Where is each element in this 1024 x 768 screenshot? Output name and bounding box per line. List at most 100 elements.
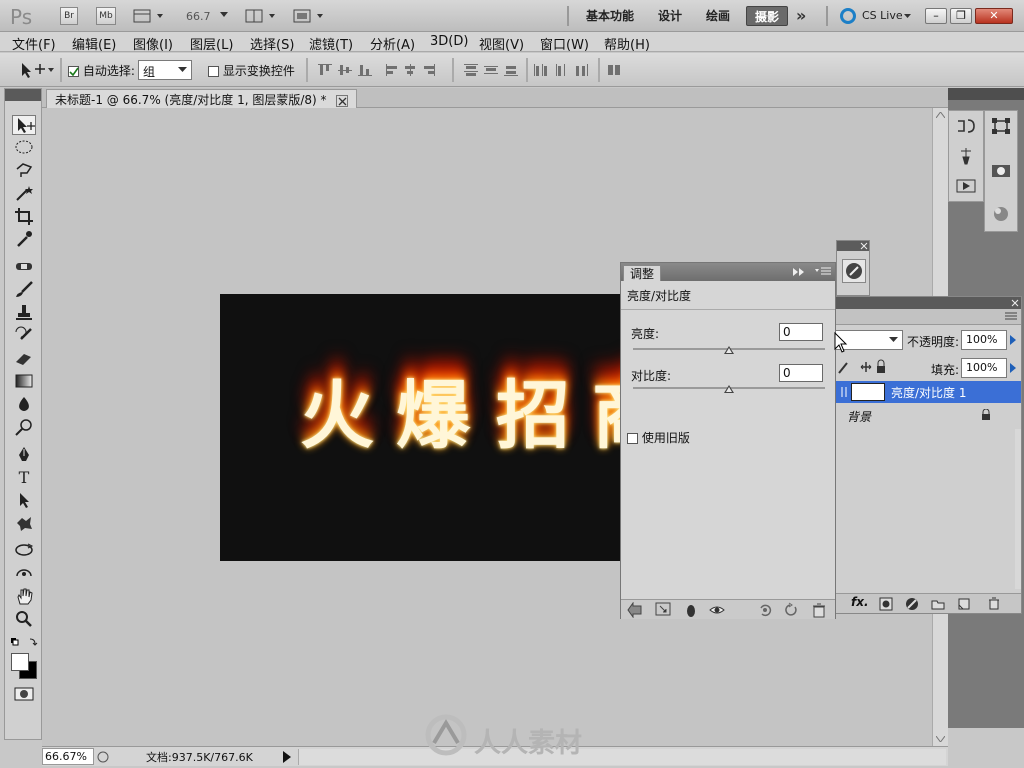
status-arrow-icon[interactable] xyxy=(282,751,292,763)
panel-menu-icon[interactable] xyxy=(815,267,831,277)
bridge-button[interactable]: Br xyxy=(60,7,78,25)
cs-live-dropdown[interactable]: CS Live xyxy=(840,7,916,25)
path-selection-tool[interactable] xyxy=(12,491,36,511)
menu-edit[interactable]: 编辑(E) xyxy=(72,34,116,53)
brush-tool[interactable] xyxy=(12,280,36,300)
workspace-photography[interactable]: 摄影 xyxy=(746,6,789,26)
status-zoom-field[interactable]: 66.67% xyxy=(42,748,94,765)
align-buttons-group[interactable] xyxy=(316,62,458,78)
menu-analysis[interactable]: 分析(A) xyxy=(370,34,415,53)
minimize-button[interactable]: – xyxy=(925,8,947,24)
restore-button[interactable]: ❐ xyxy=(950,8,972,24)
zoom-tool[interactable] xyxy=(12,610,36,630)
eraser-tool[interactable] xyxy=(12,349,36,369)
adjustment-layer-icon[interactable] xyxy=(905,597,919,611)
lasso-tool[interactable] xyxy=(12,161,36,181)
eyedropper-tool[interactable] xyxy=(12,230,36,250)
dock-header[interactable] xyxy=(948,88,1024,100)
layers-panel-header[interactable] xyxy=(835,297,1021,309)
adjustments-tab[interactable]: 调整 xyxy=(623,265,662,281)
close-button[interactable]: ✕ xyxy=(975,8,1013,24)
horizontal-scrollbar[interactable] xyxy=(298,749,946,765)
status-menu-icon[interactable] xyxy=(96,750,110,764)
layer-mask-thumbnail[interactable] xyxy=(851,383,885,401)
close-icon[interactable] xyxy=(860,242,868,250)
workspace-painting[interactable]: 绘画 xyxy=(698,6,738,26)
auto-select-option[interactable]: 自动选择: xyxy=(68,62,135,78)
gradient-tool[interactable] xyxy=(12,372,36,392)
arrange-documents-dropdown[interactable] xyxy=(245,8,279,24)
hand-tool[interactable] xyxy=(12,587,36,607)
show-transform-checkbox[interactable] xyxy=(208,66,219,77)
layer-style-button[interactable]: fx. xyxy=(851,595,869,609)
scroll-down-icon[interactable] xyxy=(936,736,945,742)
menu-filter[interactable]: 滤镜(T) xyxy=(309,34,353,53)
actions-panel-button[interactable] xyxy=(955,177,977,195)
return-to-list-icon[interactable] xyxy=(627,602,643,618)
mini-panel-header[interactable] xyxy=(837,241,869,251)
auto-select-dropdown[interactable]: 组 xyxy=(138,60,192,80)
layer-row-background[interactable]: 背景 xyxy=(835,405,1021,427)
brightness-input[interactable]: 0 xyxy=(779,323,823,341)
panel-menu-icon[interactable] xyxy=(1005,312,1017,321)
menu-select[interactable]: 选择(S) xyxy=(250,34,294,53)
menu-3d[interactable]: 3D(D) xyxy=(430,34,468,49)
delete-adjustment-icon[interactable] xyxy=(811,602,827,618)
menu-layer[interactable]: 图层(L) xyxy=(190,34,233,53)
history-brush-tool[interactable] xyxy=(12,326,36,346)
use-legacy-option[interactable]: 使用旧版 xyxy=(627,429,690,445)
view-extras-dropdown[interactable] xyxy=(133,8,165,24)
view-previous-state-icon[interactable] xyxy=(757,602,773,618)
marquee-tool[interactable] xyxy=(12,138,36,158)
3d-orbit-tool[interactable] xyxy=(12,564,36,584)
transform-panel-button[interactable] xyxy=(990,117,1012,135)
layers-scrollbar[interactable] xyxy=(1015,429,1021,589)
fast-forward-icon[interactable] xyxy=(793,268,805,276)
quick-selection-tool[interactable] xyxy=(12,184,36,204)
menu-image[interactable]: 图像(I) xyxy=(133,34,173,53)
document-canvas[interactable]: 火 爆 招 商 xyxy=(220,294,640,561)
tool-preset-picker[interactable] xyxy=(14,60,56,80)
move-tool[interactable] xyxy=(12,115,36,135)
menu-help[interactable]: 帮助(H) xyxy=(604,34,650,53)
3d-panel-button[interactable] xyxy=(990,205,1012,223)
document-tab[interactable]: 未标题-1 @ 66.7% (亮度/对比度 1, 图层蒙版/8) * xyxy=(46,89,358,108)
menu-file[interactable]: 文件(F) xyxy=(12,34,56,53)
reset-icon[interactable] xyxy=(783,602,799,618)
auto-align-layers-icon[interactable] xyxy=(606,62,624,78)
opacity-input[interactable]: 100% xyxy=(961,330,1007,350)
color-swatches[interactable] xyxy=(9,651,39,681)
show-transform-controls-option[interactable]: 显示变换控件 xyxy=(208,62,295,78)
auto-select-checkbox[interactable] xyxy=(68,66,79,77)
lock-icons-group[interactable] xyxy=(837,359,897,375)
crop-tool[interactable] xyxy=(12,207,36,227)
distribute-horizontal-group[interactable] xyxy=(532,62,592,78)
distribute-vertical-group[interactable] xyxy=(462,62,522,78)
new-group-icon[interactable] xyxy=(931,597,945,611)
brush-presets-button[interactable] xyxy=(955,147,977,165)
default-colors-button[interactable] xyxy=(10,637,38,649)
dodge-tool[interactable] xyxy=(12,418,36,438)
camera-panel-button[interactable] xyxy=(990,161,1012,179)
clone-stamp-tool[interactable] xyxy=(12,303,36,323)
foreground-color-swatch[interactable] xyxy=(11,653,29,671)
blur-tool[interactable] xyxy=(12,395,36,415)
expand-view-icon[interactable] xyxy=(655,602,671,618)
new-layer-icon[interactable] xyxy=(957,597,971,611)
opacity-arrow-icon[interactable] xyxy=(1009,335,1017,345)
clip-to-layer-icon[interactable] xyxy=(683,602,699,618)
custom-shape-tool[interactable] xyxy=(12,514,36,534)
mini-panel-button[interactable] xyxy=(842,259,866,283)
pen-tool[interactable] xyxy=(12,445,36,465)
fill-input[interactable]: 100% xyxy=(961,358,1007,378)
contrast-input[interactable]: 0 xyxy=(779,364,823,382)
fill-arrow-icon[interactable] xyxy=(1009,363,1017,373)
history-panel-button[interactable] xyxy=(955,117,977,135)
eye-icon[interactable] xyxy=(709,602,725,618)
screen-mode-dropdown[interactable] xyxy=(293,8,327,24)
quick-mask-button[interactable] xyxy=(14,687,34,701)
use-legacy-checkbox[interactable] xyxy=(627,433,638,444)
layer-row-brightness-contrast[interactable]: 亮度/对比度 1 xyxy=(835,381,1021,403)
3d-rotate-tool[interactable] xyxy=(12,541,36,561)
adjustments-panel-header[interactable]: 调整 xyxy=(621,263,835,281)
